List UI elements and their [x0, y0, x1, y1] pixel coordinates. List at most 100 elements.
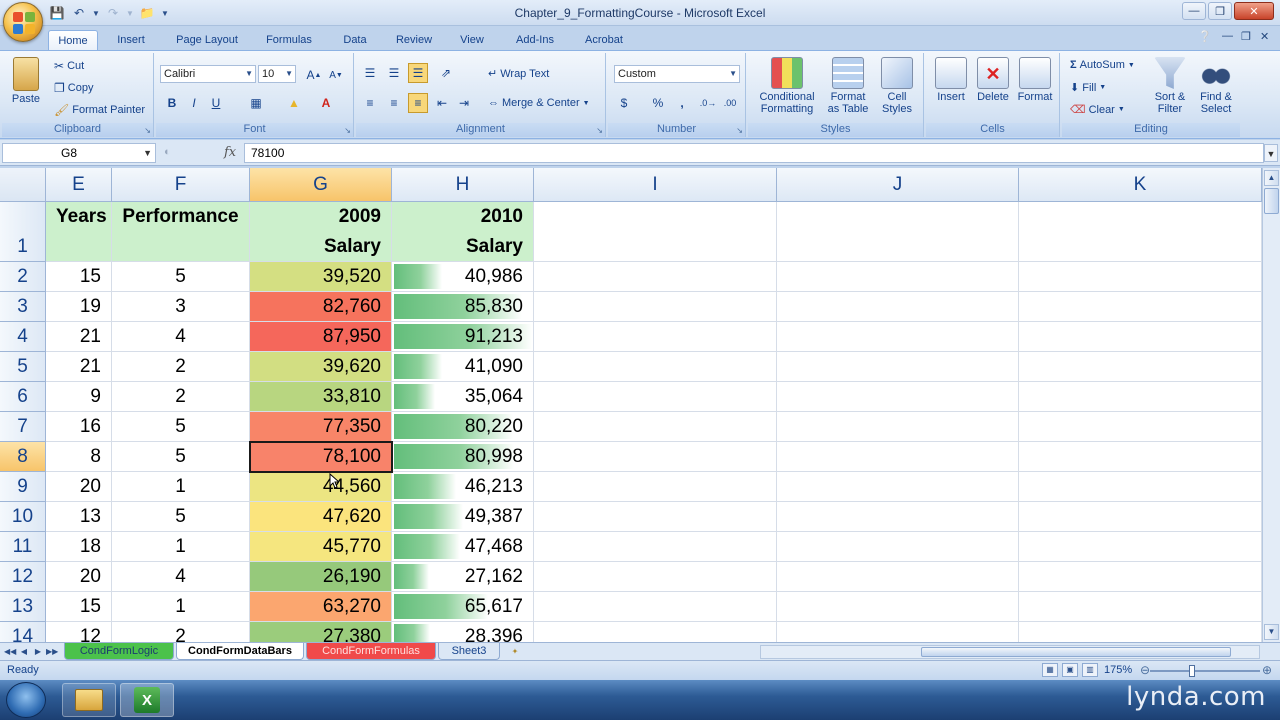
empty-cell[interactable]	[777, 532, 1019, 562]
cell-performance[interactable]: 4	[112, 322, 250, 352]
empty-cell[interactable]	[1019, 472, 1262, 502]
zoom-out-icon[interactable]: ⊖	[1140, 663, 1150, 677]
page-layout-view-icon[interactable]: ▣	[1062, 663, 1078, 677]
empty-cell[interactable]	[777, 592, 1019, 622]
empty-cell[interactable]	[1019, 202, 1262, 262]
empty-cell[interactable]	[777, 262, 1019, 292]
align-middle-icon[interactable]: ☰	[384, 63, 404, 83]
horizontal-scrollbar[interactable]	[760, 645, 1260, 659]
fill-button[interactable]: ⬇ Fill ▼	[1070, 81, 1106, 95]
bold-button[interactable]: B	[162, 93, 182, 113]
empty-cell[interactable]	[777, 442, 1019, 472]
tab-acrobat[interactable]: Acrobat	[576, 30, 632, 50]
workbook-restore-icon[interactable]: ❐	[1241, 30, 1251, 43]
row-header[interactable]: 8	[0, 442, 46, 472]
empty-cell[interactable]	[534, 412, 777, 442]
office-button[interactable]	[3, 2, 43, 42]
cell-years[interactable]: 16	[46, 412, 112, 442]
empty-cell[interactable]	[777, 502, 1019, 532]
empty-cell[interactable]	[534, 592, 777, 622]
zoom-slider[interactable]	[1150, 670, 1260, 672]
row-header[interactable]: 7	[0, 412, 46, 442]
cell-salary-2010[interactable]: 91,213	[392, 322, 534, 352]
header-cell-salary-g[interactable]: 2009 Salary	[250, 202, 392, 262]
empty-cell[interactable]	[1019, 592, 1262, 622]
insert-cells-button[interactable]: Insert	[930, 57, 972, 103]
empty-cell[interactable]	[1019, 382, 1262, 412]
empty-cell[interactable]	[534, 202, 777, 262]
shrink-font-icon[interactable]: A ▼	[326, 65, 346, 85]
italic-button[interactable]: I	[184, 93, 204, 113]
empty-cell[interactable]	[777, 292, 1019, 322]
cell-salary-2009[interactable]: 27,380	[250, 622, 392, 642]
empty-cell[interactable]	[1019, 562, 1262, 592]
empty-cell[interactable]	[534, 532, 777, 562]
cell-years[interactable]: 19	[46, 292, 112, 322]
empty-cell[interactable]	[777, 322, 1019, 352]
empty-cell[interactable]	[1019, 262, 1262, 292]
column-header-j[interactable]: J	[777, 168, 1019, 202]
format-as-table-button[interactable]: Format as Table	[822, 57, 874, 115]
sort-filter-button[interactable]: Sort & Filter	[1148, 57, 1192, 115]
row-header[interactable]: 1	[0, 202, 46, 262]
conditional-formatting-button[interactable]: Conditional Formatting	[754, 57, 820, 115]
empty-cell[interactable]	[534, 502, 777, 532]
empty-cell[interactable]	[777, 412, 1019, 442]
sheet-tab-condformlogic[interactable]: CondFormLogic	[64, 643, 174, 660]
sheet-tab-sheet3[interactable]: Sheet3	[438, 643, 500, 660]
empty-cell[interactable]	[534, 472, 777, 502]
autosum-button[interactable]: Σ AutoSum ▼	[1070, 59, 1135, 71]
empty-cell[interactable]	[534, 352, 777, 382]
dialog-launcher-icon[interactable]: ↘	[736, 126, 743, 135]
cell-performance[interactable]: 5	[112, 412, 250, 442]
grow-font-icon[interactable]: A ▲	[304, 65, 324, 85]
empty-cell[interactable]	[534, 442, 777, 472]
merge-center-button[interactable]: ⇔ Merge & Center ▼	[488, 97, 590, 109]
cell-salary-2009[interactable]: 39,620	[250, 352, 392, 382]
row-header[interactable]: 13	[0, 592, 46, 622]
close-button[interactable]: ✕	[1234, 2, 1274, 20]
cell-performance[interactable]: 2	[112, 352, 250, 382]
empty-cell[interactable]	[534, 292, 777, 322]
align-left-icon[interactable]: ≡	[360, 93, 380, 113]
cell-salary-2010[interactable]: 80,220	[392, 412, 534, 442]
cell-performance[interactable]: 3	[112, 292, 250, 322]
tab-page-layout[interactable]: Page Layout	[168, 30, 246, 50]
row-header[interactable]: 12	[0, 562, 46, 592]
dialog-launcher-icon[interactable]: ↘	[144, 126, 151, 135]
cell-performance[interactable]: 4	[112, 562, 250, 592]
tab-add-ins[interactable]: Add-Ins	[508, 30, 562, 50]
empty-cell[interactable]	[1019, 622, 1262, 642]
empty-cell[interactable]	[777, 622, 1019, 642]
column-header-e[interactable]: E	[46, 168, 112, 202]
restore-button[interactable]: ❐	[1208, 2, 1232, 20]
minimize-button[interactable]: —	[1182, 2, 1206, 20]
cell-salary-2010[interactable]: 80,998	[392, 442, 534, 472]
paste-button[interactable]: Paste	[6, 57, 46, 105]
dialog-launcher-icon[interactable]: ↘	[596, 126, 603, 135]
cell-salary-2010[interactable]: 35,064	[392, 382, 534, 412]
cell-salary-2010[interactable]: 41,090	[392, 352, 534, 382]
empty-cell[interactable]	[777, 382, 1019, 412]
cell-years[interactable]: 21	[46, 322, 112, 352]
cell-salary-2010[interactable]: 28,396	[392, 622, 534, 642]
empty-cell[interactable]	[777, 472, 1019, 502]
empty-cell[interactable]	[1019, 442, 1262, 472]
empty-cell[interactable]	[1019, 502, 1262, 532]
empty-cell[interactable]	[534, 262, 777, 292]
normal-view-icon[interactable]: ▦	[1042, 663, 1058, 677]
cell-years[interactable]: 13	[46, 502, 112, 532]
empty-cell[interactable]	[1019, 352, 1262, 382]
cut-button[interactable]: ✂ Cut	[54, 59, 84, 73]
row-header[interactable]: 10	[0, 502, 46, 532]
tab-insert[interactable]: Insert	[108, 30, 154, 50]
row-header[interactable]: 4	[0, 322, 46, 352]
row-header[interactable]: 2	[0, 262, 46, 292]
format-cells-button[interactable]: Format	[1014, 57, 1056, 103]
cell-years[interactable]: 12	[46, 622, 112, 642]
worksheet-grid[interactable]: EFGHIJK 1 Years Performance 2009 Salary 2010 S…	[0, 168, 1262, 642]
font-name-dropdown[interactable]: Calibri ▼	[160, 65, 256, 83]
cell-performance[interactable]: 1	[112, 532, 250, 562]
cell-salary-2009[interactable]: 77,350	[250, 412, 392, 442]
row-header[interactable]: 3	[0, 292, 46, 322]
